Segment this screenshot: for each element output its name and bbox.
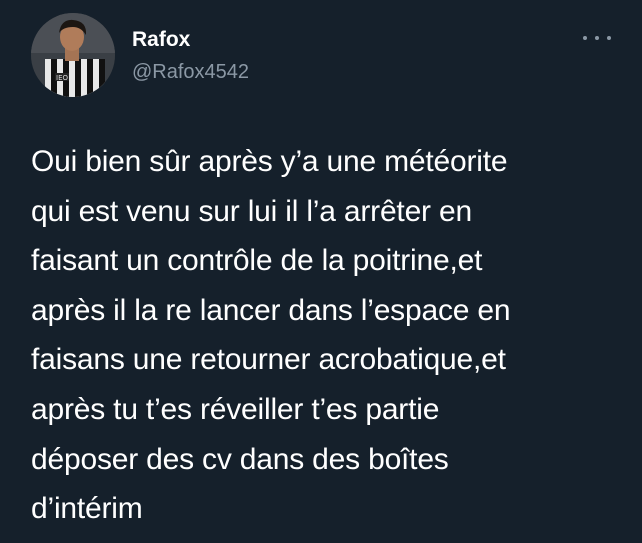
tweet-card: IEO Rafox @Rafox4542 Oui bien sûr après … [0,0,642,543]
tweet-text-line: Oui bien sûr après y’a une météorite [31,145,508,178]
author-handle[interactable]: @Rafox4542 [132,59,249,85]
tweet-text-line: d’intérim [31,492,143,526]
more-dot [595,36,599,40]
tweet-text-line: faisans une retourner acrobatique,et [31,343,506,377]
tweet-text-line: déposer des cv dans des boîtes [31,442,449,476]
tweet-text: Oui bien sûr après y’a une météorite qui… [31,137,631,534]
tweet-text-line: après tu t’es réveiller t’es partie [31,392,440,426]
author-display-name[interactable]: Rafox [132,27,190,53]
more-options-icon[interactable] [583,28,611,48]
svg-text:IEO: IEO [56,74,68,82]
more-dot [607,36,611,40]
tweet-text-line: après il la re lancer dans l’espace en [31,293,511,327]
avatar[interactable]: IEO [31,13,115,97]
more-dot [583,36,587,40]
avatar-photo-icon: IEO [31,13,115,97]
tweet-text-line: qui est venu sur lui il l’a arrêter en [31,194,472,228]
tweet-text-line: faisant un contrôle de la poitrine,et [31,244,483,278]
